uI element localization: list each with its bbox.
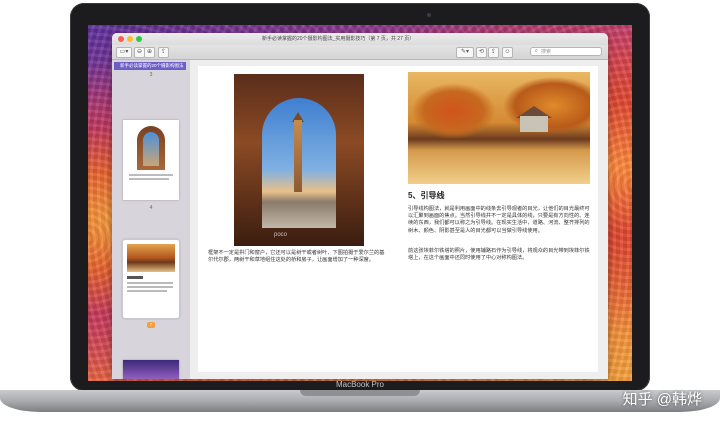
sidebar-document-tab[interactable]: 新手必读掌握的20个摄影构图法 <box>114 62 186 70</box>
thumb-page-label: 4 <box>149 205 153 211</box>
document-page-left: poco 框架不一定是拱门和窗户，它还可以是树干或者树叶、下图拍摄于爱尔兰的基尔… <box>198 66 398 372</box>
document-pane: poco 框架不一定是拱门和窗户，它还可以是树干或者树叶、下图拍摄于爱尔兰的基尔… <box>190 60 608 379</box>
thumb-autumn-image <box>127 244 175 272</box>
toolbox-icon[interactable]: ☺ <box>502 47 513 58</box>
markup-pen-button[interactable]: ✎▾ <box>456 47 474 58</box>
bell-tower <box>294 120 302 192</box>
search-input[interactable]: 搜索 <box>530 47 602 56</box>
right-body-text-2: 前这张埃菲尔铁塔的照片，使用辅路石作为引导线，将观众的目光带到埃菲尔铁塔上，在这… <box>408 248 590 262</box>
page-thumbnail-selected[interactable] <box>121 238 181 320</box>
autumn-photo <box>408 72 590 184</box>
photo-watermark: poco <box>274 232 288 238</box>
minimize-button[interactable] <box>127 36 133 42</box>
arch-photo: poco <box>234 74 364 246</box>
preview-window: 新手必读掌握的20个摄影构图法_实用摄影技巧（第 7 页，共 27 页） ▭▾ … <box>112 33 608 379</box>
thumb-page-label: 3 <box>149 72 153 78</box>
document-page-right: 5、引导线 引导线构图法，就是利用画面中的线条去引导观者的目光，让他们的目光最终… <box>398 66 598 372</box>
rotate-button[interactable]: ⟲ <box>476 47 487 58</box>
zhihu-watermark: 知乎 @韩烨 <box>622 391 702 408</box>
close-button[interactable] <box>118 36 124 42</box>
sidebar-toggle-button[interactable]: ▭▾ <box>116 47 132 58</box>
toolbar: ▭▾ ⊖ ⊕ ⇪ ✎▾ ⟲ ⇪ ☺ ⌕ 搜索 <box>112 45 608 60</box>
zoom-button[interactable] <box>136 36 142 42</box>
page-thumbnail[interactable] <box>123 120 179 200</box>
camera-icon <box>427 13 431 17</box>
thumbnail-sidebar: 新手必读掌握的20个摄影构图法 3 4 7 <box>112 60 190 379</box>
section-heading: 5、引导线 <box>408 191 445 200</box>
page-thumbnail[interactable] <box>123 360 179 379</box>
house <box>520 116 548 132</box>
export-button[interactable]: ⇪ <box>488 47 499 58</box>
share-button[interactable]: ⇪ <box>158 47 169 58</box>
title-bar: 新手必读掌握的20个摄影构图法_实用摄影技巧（第 7 页，共 27 页） <box>112 33 608 45</box>
selected-page-badge: 7 <box>147 322 155 328</box>
right-body-text-1: 引导线构图法，就是利用画面中的线条去引导观者的目光，让他们的目光最终可以汇聚到画… <box>408 206 590 234</box>
thumb-arch-image <box>137 126 165 170</box>
device-label: MacBook Pro <box>335 380 385 389</box>
screen: 新手必读掌握的20个摄影构图法_实用摄影技巧（第 7 页，共 27 页） ▭▾ … <box>88 25 632 381</box>
trackpad-notch <box>300 390 420 396</box>
left-body-text: 框架不一定是拱门和窗户，它还可以是树干或者树叶、下图拍摄于爱尔兰的基尔代尔郡，两… <box>208 250 385 264</box>
search-icon: ⌕ <box>534 48 538 54</box>
zoom-in-button[interactable]: ⊕ <box>144 47 155 58</box>
window-title: 新手必读掌握的20个摄影构图法_实用摄影技巧（第 7 页，共 27 页） <box>262 36 415 42</box>
